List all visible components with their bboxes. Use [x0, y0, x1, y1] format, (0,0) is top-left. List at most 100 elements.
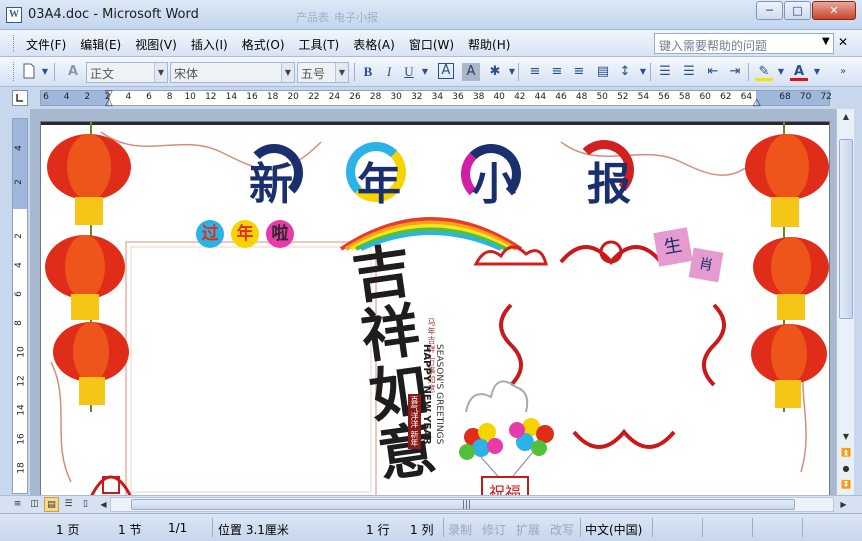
character-border-button[interactable]: A [438, 63, 454, 79]
maximize-button[interactable]: □ [784, 1, 811, 20]
headline-char-3: 小 [472, 159, 516, 210]
menu-edit[interactable]: 编辑(E) [80, 36, 121, 53]
underline-dropdown-icon[interactable]: ▼ [416, 63, 434, 81]
font-color-dropdown-icon[interactable]: ▼ [808, 63, 826, 81]
close-button[interactable]: ✕ [812, 1, 856, 20]
vertical-ruler[interactable]: 4 2 2 4 6 8 10 12 14 16 18 [12, 118, 28, 494]
window-title: 03A4.doc - Microsoft Word [28, 7, 199, 22]
styles-icon[interactable]: A [64, 63, 82, 81]
dropdown-icon[interactable]: ▼ [36, 63, 54, 81]
ruler-tick-label: 16 [246, 92, 258, 102]
bold-button[interactable]: B [359, 63, 377, 81]
highlight-icon[interactable]: ✎ [755, 63, 773, 81]
character-shading-button[interactable]: A [462, 63, 480, 81]
style-select[interactable]: 正文 ▼ [86, 62, 168, 83]
document-area[interactable]: 新 年 小 报 过 年 啦 吉祥如意 马年吉祥 万事如意 喜气洋洋 新年 SEA… [30, 109, 836, 495]
decrease-indent-icon[interactable]: ⇤ [704, 63, 722, 81]
minimize-button[interactable]: ─ [756, 1, 783, 20]
menu-view[interactable]: 视图(V) [135, 36, 177, 53]
font-select[interactable]: 宋体 ▼ [170, 62, 295, 83]
menu-insert[interactable]: 插入(I) [191, 36, 228, 53]
align-right-icon[interactable]: ≡ [570, 63, 588, 81]
scroll-down-icon[interactable]: ▼ [838, 429, 854, 445]
menu-format[interactable]: 格式(O) [242, 36, 285, 53]
align-justify-icon[interactable]: ≡ [526, 63, 544, 81]
status-ext[interactable]: 扩展 [516, 521, 540, 538]
english-greeting-1: SEASON'S GREETINGS [434, 344, 444, 445]
menu-table[interactable]: 表格(A) [353, 36, 395, 53]
help-search-input[interactable]: 键入需要帮助的问题 [654, 33, 834, 54]
scroll-right-icon[interactable]: ▶ [836, 497, 851, 512]
font-size-dropdown-icon[interactable]: ▼ [335, 63, 348, 82]
character-scaling-icon[interactable]: ✱ [486, 63, 504, 81]
ruler-tick-label: 20 [287, 92, 299, 102]
scroll-thumb-grip: ||| [462, 500, 472, 510]
scroll-left-icon[interactable]: ◀ [96, 497, 111, 512]
vertical-scrollbar[interactable]: ▲ ▼ ⏫ ● ⏬ [836, 109, 854, 495]
menu-help[interactable]: 帮助(H) [468, 36, 510, 53]
status-language[interactable]: 中文(中国) [585, 521, 642, 538]
italic-button[interactable]: I [380, 63, 398, 81]
status-ovr[interactable]: 改写 [550, 521, 574, 538]
font-size-select[interactable]: 五号 ▼ [297, 62, 349, 83]
ruler-tick-label: 6 [43, 92, 49, 102]
ruler-tick-label: 38 [472, 92, 485, 102]
separator [650, 63, 651, 81]
distributed-align-icon[interactable]: ▤ [594, 63, 612, 81]
horizontal-scroll-thumb[interactable]: ||| [131, 499, 795, 510]
increase-indent-icon[interactable]: ⇥ [726, 63, 744, 81]
ruler-tick-label: 2 [104, 92, 111, 102]
vruler-tick-label: 4 [13, 262, 24, 268]
horizontal-ruler[interactable]: ▽ △ △ 6 4 2 2 4 6 8 10 12 14 16 18 20 22 24 26 28 30 32 34 3… [40, 89, 832, 108]
red-ornament-top-icon [559, 240, 663, 266]
help-dropdown-icon[interactable]: ▼ [822, 36, 830, 47]
separator [748, 63, 749, 81]
align-center-icon[interactable]: ≡ [548, 63, 566, 81]
outline-view-icon[interactable]: ☰ [61, 497, 76, 512]
menu-file[interactable]: 文件(F) [26, 36, 66, 53]
line-spacing-icon[interactable]: ↕ [616, 63, 634, 81]
status-rec[interactable]: 录制 [448, 521, 472, 538]
zodiac-tag-1: 生 [653, 227, 693, 267]
font-color-button[interactable]: A [790, 63, 808, 81]
red-ornament-bottom-icon [572, 428, 676, 449]
headline-char-4: 报 [587, 159, 631, 210]
previous-page-icon[interactable]: ⏫ [838, 445, 854, 461]
menu-tools[interactable]: 工具(T) [299, 36, 340, 53]
ruler-tick-label: 28 [369, 92, 382, 102]
menu-window[interactable]: 窗口(W) [409, 36, 454, 53]
font-dropdown-icon[interactable]: ▼ [281, 63, 294, 82]
zhufu-label: 祝福 [481, 476, 530, 495]
numbering-icon[interactable]: ☰ [656, 63, 674, 81]
tab-selector[interactable] [12, 90, 28, 106]
web-view-icon[interactable]: ◫ [27, 497, 42, 512]
bullets-icon[interactable]: ☰ [680, 63, 698, 81]
menu-grip[interactable] [13, 35, 16, 52]
vruler-top-margin [13, 119, 27, 209]
style-dropdown-icon[interactable]: ▼ [154, 63, 167, 82]
scroll-up-icon[interactable]: ▲ [838, 109, 854, 125]
close-document-icon[interactable]: ✕ [838, 35, 848, 49]
normal-view-icon[interactable]: ≡ [10, 497, 25, 512]
lanterns-right [745, 122, 829, 412]
document-page[interactable]: 新 年 小 报 过 年 啦 吉祥如意 马年吉祥 万事如意 喜气洋洋 新年 SEA… [40, 121, 830, 495]
vertical-scroll-thumb[interactable] [839, 139, 853, 319]
word-app-icon[interactable]: W [6, 7, 22, 23]
status-trk[interactable]: 修订 [482, 521, 506, 538]
vruler-tick-label: 10 [16, 346, 27, 358]
reading-view-icon[interactable]: ▯ [78, 497, 93, 512]
toolbar-grip[interactable] [13, 62, 16, 81]
ruler-tick-label: 4 [125, 92, 132, 102]
english-greeting-2: HAPPY NEW YEAR [421, 344, 432, 445]
select-browse-object-icon[interactable]: ● [838, 461, 854, 477]
calligraphy-seal: 喜气洋洋 新年 [408, 394, 421, 449]
separator [518, 63, 519, 81]
print-layout-view-icon[interactable]: ▤ [44, 497, 59, 512]
bubble-nian: 年 [231, 220, 259, 248]
horizontal-scrollbar[interactable]: ||| [110, 497, 834, 512]
ruler-tick-label: 60 [699, 92, 711, 102]
highlight-dropdown-icon[interactable]: ▼ [772, 63, 790, 81]
right-indent-marker[interactable]: △ [753, 97, 761, 108]
toolbar-options-icon[interactable]: » [834, 63, 852, 81]
next-page-icon[interactable]: ⏬ [838, 477, 854, 493]
